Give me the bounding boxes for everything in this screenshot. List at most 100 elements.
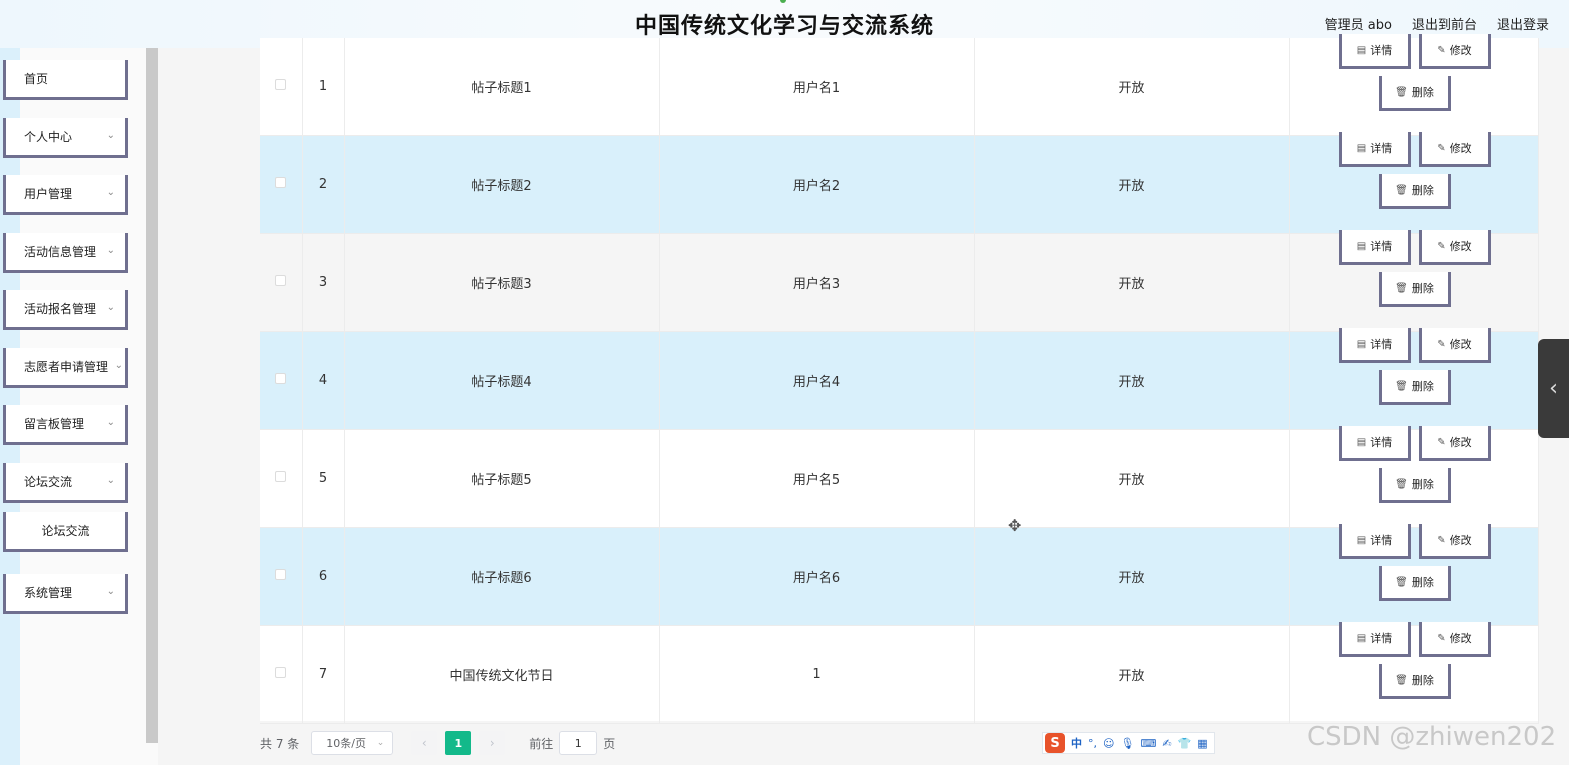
- pencil-icon: ✎: [1437, 632, 1446, 644]
- detail-label: 详情: [1370, 534, 1393, 548]
- edit-button[interactable]: ✎ 修改: [1418, 328, 1491, 364]
- detail-button[interactable]: ▤ 详情: [1338, 426, 1411, 462]
- delete-button[interactable]: 🗑 删除: [1378, 76, 1451, 112]
- collapse-panel-button[interactable]: ‹: [1538, 339, 1569, 438]
- row-checkbox[interactable]: [275, 275, 287, 287]
- sidebar-item-activity-signup[interactable]: 活动报名管理 ⌄: [3, 290, 128, 330]
- delete-button[interactable]: 🗑 删除: [1378, 272, 1451, 308]
- row-actions: ▤ 详情 ✎ 修改 🗑 删除: [1289, 230, 1539, 333]
- table-row: 1 帖子标题1 用户名1 开放 ▤ 详情 ✎ 修改 🗑 删除: [260, 34, 1539, 137]
- delete-button[interactable]: 🗑 删除: [1378, 664, 1451, 700]
- sidebar-item-user-management[interactable]: 用户管理 ⌄: [3, 175, 128, 215]
- chevron-right-icon: ›: [489, 736, 495, 750]
- post-title: 帖子标题2: [344, 135, 660, 235]
- current-user: 管理员 abo: [1324, 18, 1392, 33]
- total-count: 共 7 条: [260, 736, 300, 751]
- row-checkbox[interactable]: [275, 471, 287, 483]
- edit-button[interactable]: ✎ 修改: [1418, 622, 1491, 658]
- punctuation-icon[interactable]: °,: [1088, 737, 1097, 750]
- page-number-current[interactable]: 1: [445, 731, 472, 755]
- page-suffix: 页: [603, 736, 616, 751]
- delete-label: 删除: [1411, 478, 1434, 492]
- row-checkbox[interactable]: [275, 177, 287, 189]
- chevron-down-icon: ⌄: [106, 187, 115, 198]
- row-checkbox[interactable]: [275, 373, 287, 385]
- row-index: 5: [302, 429, 345, 529]
- detail-label: 详情: [1370, 632, 1393, 646]
- table-row: 2 帖子标题2 用户名2 开放 ▤ 详情 ✎ 修改 🗑 删除: [260, 132, 1539, 235]
- prev-page-button[interactable]: ‹: [411, 731, 438, 755]
- ime-mode[interactable]: 中: [1071, 735, 1082, 751]
- detail-label: 详情: [1370, 338, 1393, 352]
- edit-label: 修改: [1449, 338, 1472, 352]
- chevron-down-icon: ⌄: [106, 475, 115, 486]
- row-index: 3: [302, 233, 345, 333]
- edit-button[interactable]: ✎ 修改: [1418, 524, 1491, 560]
- edit-label: 修改: [1449, 632, 1472, 646]
- exit-to-front-link[interactable]: 退出到前台: [1412, 14, 1477, 33]
- row-index: 2: [302, 135, 345, 235]
- delete-label: 删除: [1411, 86, 1434, 100]
- post-status: 开放: [974, 233, 1290, 333]
- pencil-icon: ✎: [1437, 534, 1446, 546]
- skin-icon[interactable]: 👕: [1178, 737, 1192, 750]
- trash-icon: 🗑: [1395, 576, 1408, 588]
- edit-button[interactable]: ✎ 修改: [1418, 426, 1491, 462]
- edit-button[interactable]: ✎ 修改: [1418, 230, 1491, 266]
- ime-toolbar[interactable]: S 中 °, ☺ 🎙 ⌨ ✍ 👕 ▦: [1042, 732, 1215, 754]
- trash-icon: 🗑: [1395, 380, 1408, 392]
- sidebar-item-label: 志愿者申请管理: [24, 360, 109, 374]
- row-checkbox[interactable]: [275, 569, 287, 581]
- delete-button[interactable]: 🗑 删除: [1378, 174, 1451, 210]
- delete-button[interactable]: 🗑 删除: [1378, 566, 1451, 602]
- sidebar-item-volunteer-apply[interactable]: 志愿者申请管理 ⌄: [3, 348, 128, 388]
- post-status: 开放: [974, 429, 1290, 529]
- page-size-select[interactable]: 10条/页 ⌄: [311, 731, 394, 755]
- row-actions: ▤ 详情 ✎ 修改 🗑 删除: [1289, 524, 1539, 627]
- detail-button[interactable]: ▤ 详情: [1338, 132, 1411, 168]
- post-status: 开放: [974, 527, 1290, 627]
- document-icon: ▤: [1356, 632, 1367, 644]
- detail-button[interactable]: ▤ 详情: [1338, 34, 1411, 70]
- edit-label: 修改: [1449, 240, 1472, 254]
- sidebar-item-system-management[interactable]: 系统管理 ⌄: [3, 574, 128, 614]
- delete-button[interactable]: 🗑 删除: [1378, 468, 1451, 504]
- keyboard-icon[interactable]: ⌨: [1140, 737, 1156, 750]
- row-checkbox[interactable]: [275, 79, 287, 91]
- sidebar-item-label: 系统管理: [24, 586, 73, 600]
- trash-icon: 🗑: [1395, 282, 1408, 294]
- next-page-button[interactable]: ›: [479, 731, 506, 755]
- detail-button[interactable]: ▤ 详情: [1338, 524, 1411, 560]
- emoji-icon[interactable]: ☺: [1103, 737, 1114, 750]
- sidebar-subitem-forum[interactable]: 论坛交流: [3, 512, 128, 552]
- detail-button[interactable]: ▤ 详情: [1338, 622, 1411, 658]
- sidebar-scrollbar[interactable]: [146, 48, 158, 743]
- edit-button[interactable]: ✎ 修改: [1418, 34, 1491, 70]
- microphone-icon[interactable]: 🎙: [1120, 737, 1134, 750]
- goto-page-input[interactable]: 1: [559, 731, 598, 755]
- table-row: 7 中国传统文化节日 1 开放 ▤ 详情 ✎ 修改 🗑 删除: [260, 622, 1539, 725]
- sidebar-item-forum[interactable]: 论坛交流 ⌄: [3, 463, 128, 503]
- handwrite-icon[interactable]: ✍: [1162, 737, 1171, 750]
- row-checkbox[interactable]: [275, 667, 287, 679]
- post-title: 帖子标题5: [344, 429, 660, 529]
- delete-button[interactable]: 🗑 删除: [1378, 370, 1451, 406]
- row-checkbox-cell: [260, 429, 303, 529]
- edit-label: 修改: [1449, 436, 1472, 450]
- sidebar-item-home[interactable]: 首页: [3, 60, 128, 100]
- page-size-value: 10条/页: [326, 737, 366, 750]
- detail-label: 详情: [1370, 44, 1393, 58]
- row-index: 4: [302, 331, 345, 431]
- detail-label: 详情: [1370, 436, 1393, 450]
- detail-button[interactable]: ▤ 详情: [1338, 328, 1411, 364]
- sidebar-item-activity-info[interactable]: 活动信息管理 ⌄: [3, 233, 128, 273]
- chevron-down-icon: ⌄: [376, 738, 385, 748]
- document-icon: ▤: [1356, 44, 1367, 56]
- grid-icon[interactable]: ▦: [1197, 737, 1207, 750]
- edit-button[interactable]: ✎ 修改: [1418, 132, 1491, 168]
- sidebar-item-personal-center[interactable]: 个人中心 ⌄: [3, 118, 128, 158]
- detail-button[interactable]: ▤ 详情: [1338, 230, 1411, 266]
- sidebar-item-message-board[interactable]: 留言板管理 ⌄: [3, 405, 128, 445]
- row-actions: ▤ 详情 ✎ 修改 🗑 删除: [1289, 426, 1539, 529]
- logout-link[interactable]: 退出登录: [1497, 14, 1549, 33]
